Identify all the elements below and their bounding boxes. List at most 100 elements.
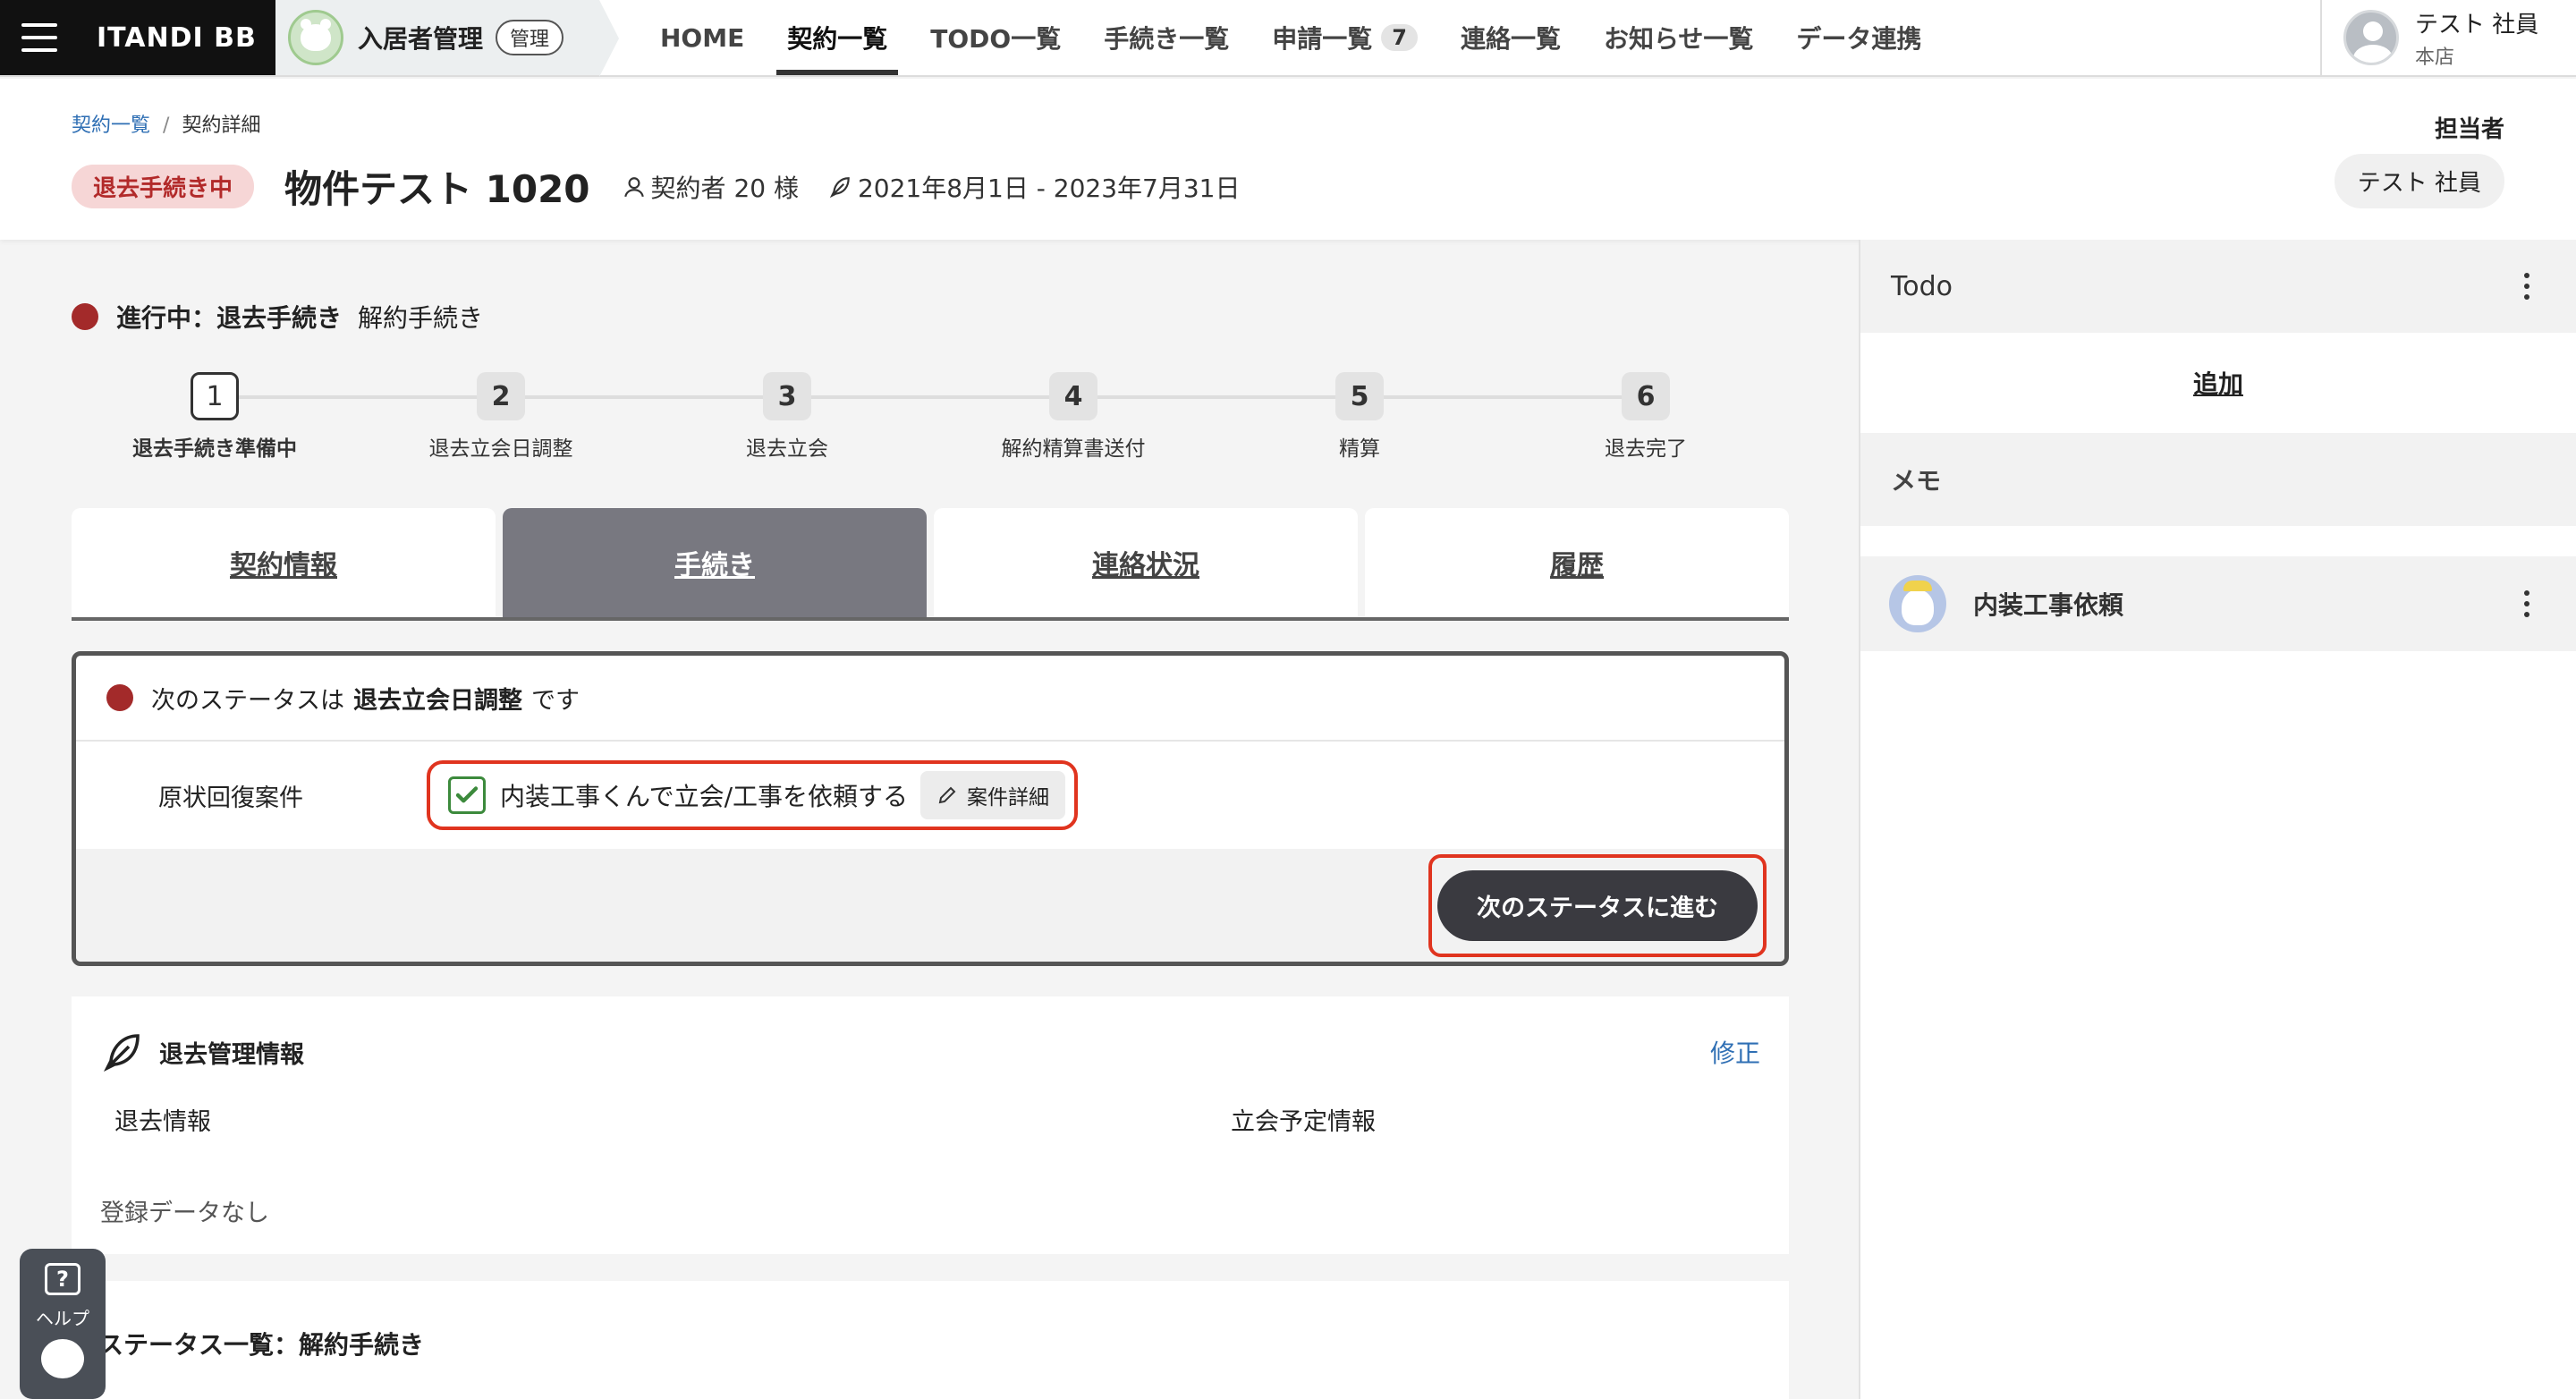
- breadcrumb-current: 契約詳細: [182, 114, 261, 137]
- user-branch: 本店: [2415, 46, 2455, 69]
- task-row: 原状回復案件 内装工事くんで立会/工事を依頼する 案件詳細: [76, 742, 1784, 849]
- tab-history[interactable]: 履歴: [1365, 508, 1789, 617]
- assignee-label: 担当者: [2434, 116, 2504, 143]
- pencil-icon: [938, 786, 956, 804]
- nav-contacts[interactable]: 連絡一覧: [1439, 0, 1582, 75]
- task-checkbox[interactable]: [448, 776, 486, 814]
- nav-applications[interactable]: 申請一覧 7: [1250, 0, 1439, 75]
- page-title: 物件テスト 1020: [284, 167, 590, 211]
- app-switcher[interactable]: 入居者管理 管理: [275, 0, 619, 77]
- contract-period: 2021年8月1日 - 2023年7月31日: [857, 173, 1241, 203]
- step-2: 2 退去立会日調整: [358, 372, 644, 462]
- brand-area: ITANDI BB: [0, 0, 275, 75]
- task-text: 内装工事くんで立会/工事を依頼する: [500, 782, 909, 811]
- progress-heading: 進行中：退去手続き 解約手続き: [72, 299, 483, 335]
- breadcrumb-contracts[interactable]: 契約一覧: [72, 114, 150, 137]
- nav-contracts[interactable]: 契約一覧: [766, 0, 909, 75]
- nav-items: HOME 契約一覧 TODO一覧 手続き一覧 申請一覧 7 連絡一覧 お知らせ一覧…: [599, 0, 2320, 75]
- tab-procedures[interactable]: 手続き: [503, 508, 927, 617]
- task-highlight: 内装工事くんで立会/工事を依頼する 案件詳細: [427, 760, 1079, 830]
- contractor-meta: 契約者 20 様: [623, 169, 799, 205]
- breadcrumb-separator: /: [163, 114, 170, 137]
- step-6: 6 退去完了: [1503, 372, 1789, 462]
- step-label: 退去立会: [746, 437, 828, 461]
- case-detail-label: 案件詳細: [967, 786, 1050, 810]
- memo-item[interactable]: 内装工事依頼: [1860, 556, 2576, 651]
- person-icon: [623, 176, 644, 197]
- nav-home-label: HOME: [660, 22, 745, 53]
- nav-todo[interactable]: TODO一覧: [909, 0, 1082, 75]
- help-question-icon: ?: [45, 1263, 80, 1295]
- app-role-badge: 管理: [496, 20, 564, 55]
- field-label: 原状回復案件: [158, 784, 303, 812]
- todo-more-icon[interactable]: [2524, 273, 2529, 300]
- nav-data-link[interactable]: データ連携: [1775, 0, 1943, 75]
- step-number: 6: [1622, 372, 1670, 420]
- next-button-highlight: 次のステータスに進む: [1428, 854, 1767, 957]
- leave-info-card: 退去管理情報 修正 退去情報 立会予定情報 登録データなし: [72, 996, 1789, 1254]
- feather-icon: [829, 176, 850, 198]
- contractor-name: 契約者 20 様: [650, 173, 799, 203]
- nav-notices[interactable]: お知らせ一覧: [1582, 0, 1775, 75]
- tab-contract-info[interactable]: 契約情報: [72, 508, 496, 617]
- action-row: 次のステータスに進む: [76, 849, 1784, 962]
- step-number: 2: [477, 372, 525, 420]
- app-name: 入居者管理: [358, 24, 484, 54]
- leave-info-title-text: 退去管理情報: [159, 1040, 304, 1069]
- assignee-chip[interactable]: テスト 社員: [2334, 154, 2504, 208]
- status-badge: 退去手続き中: [72, 165, 255, 208]
- status-dot-icon: [106, 684, 133, 711]
- nav-home[interactable]: HOME: [639, 0, 766, 75]
- case-detail-button[interactable]: 案件詳細: [920, 771, 1066, 819]
- edit-link[interactable]: 修正: [1710, 1034, 1760, 1070]
- detail-tabs: 契約情報 手続き 連絡状況 履歴: [72, 508, 1789, 621]
- status-dot-icon: [72, 303, 98, 330]
- side-panel: Todo 追加 メモ 内装工事依頼: [1859, 240, 2576, 1399]
- memo-gap: [1860, 526, 2576, 556]
- user-name: テスト 社員: [2415, 11, 2539, 38]
- step-label: 精算: [1339, 437, 1380, 461]
- nav-applications-label: 申請一覧: [1272, 24, 1373, 54]
- user-avatar-icon: [2343, 10, 2399, 65]
- next-status-card: 次のステータスは 退去立会日調整 です 原状回復案件 内装工事くんで立会/工事を…: [72, 651, 1789, 966]
- step-number: 3: [763, 372, 811, 420]
- step-5: 5 精算: [1216, 372, 1503, 462]
- nav-todo-label: TODO一覧: [930, 24, 1062, 54]
- breadcrumb: 契約一覧 / 契約詳細: [72, 109, 260, 138]
- next-status-prefix: 次のステータスは: [151, 686, 344, 715]
- nav-notices-label: お知らせ一覧: [1603, 24, 1754, 54]
- no-data-text: 登録データなし: [100, 1200, 269, 1227]
- step-number: 5: [1335, 372, 1384, 420]
- nav-procedures-label: 手続き一覧: [1104, 24, 1230, 54]
- step-4: 4 解約精算書送付: [930, 372, 1216, 462]
- user-menu[interactable]: テスト 社員 本店: [2320, 0, 2576, 75]
- menu-icon[interactable]: [21, 23, 57, 52]
- next-status-name: 退去立会日調整: [353, 686, 522, 715]
- help-button[interactable]: ? ヘルプ: [20, 1249, 106, 1399]
- progress-substatus: 解約手続き: [358, 303, 484, 333]
- next-status-row: 次のステータスは 退去立会日調整 です: [76, 656, 1784, 742]
- status-stepper: 1 退去手続き準備中 2 退去立会日調整 3 退去立会 4 解約精算書送付 5 精算 6 退…: [72, 372, 1789, 471]
- next-status-button[interactable]: 次のステータスに進む: [1437, 870, 1758, 941]
- app-bear-icon: [288, 10, 343, 65]
- tab-contact-status[interactable]: 連絡状況: [934, 508, 1358, 617]
- memo-item-text: 内装工事依頼: [1973, 590, 2124, 620]
- status-list-title: ステータス一覧：解約手続き: [98, 1330, 425, 1360]
- memo-avatar-icon: [1889, 575, 1946, 632]
- step-label: 解約精算書送付: [1001, 437, 1146, 461]
- brand-logo[interactable]: ITANDI BB: [97, 22, 257, 54]
- feather-icon: [103, 1034, 140, 1073]
- inspection-info-label: 立会予定情報: [1231, 1108, 1376, 1136]
- next-status-suffix: です: [531, 686, 580, 715]
- memo-more-icon[interactable]: [2524, 590, 2529, 617]
- title-row: 退去手続き中 物件テスト 1020 契約者 20 様 2021年8月1日 - 2…: [72, 159, 1270, 214]
- leave-info-label: 退去情報: [114, 1108, 211, 1136]
- page-header: 契約一覧 / 契約詳細 退去手続き中 物件テスト 1020 契約者 20 様 202…: [0, 79, 2576, 240]
- todo-add-link[interactable]: 追加: [1860, 333, 2576, 433]
- memo-header: メモ: [1860, 433, 2576, 526]
- step-label: 退去完了: [1605, 437, 1687, 461]
- nav-procedures[interactable]: 手続き一覧: [1082, 0, 1250, 75]
- main-content: 進行中：退去手続き 解約手続き 1 退去手続き準備中 2 退去立会日調整 3 退去立会…: [0, 240, 1859, 1399]
- help-label: ヘルプ: [36, 1308, 89, 1329]
- step-1: 1 退去手続き準備中: [72, 372, 358, 462]
